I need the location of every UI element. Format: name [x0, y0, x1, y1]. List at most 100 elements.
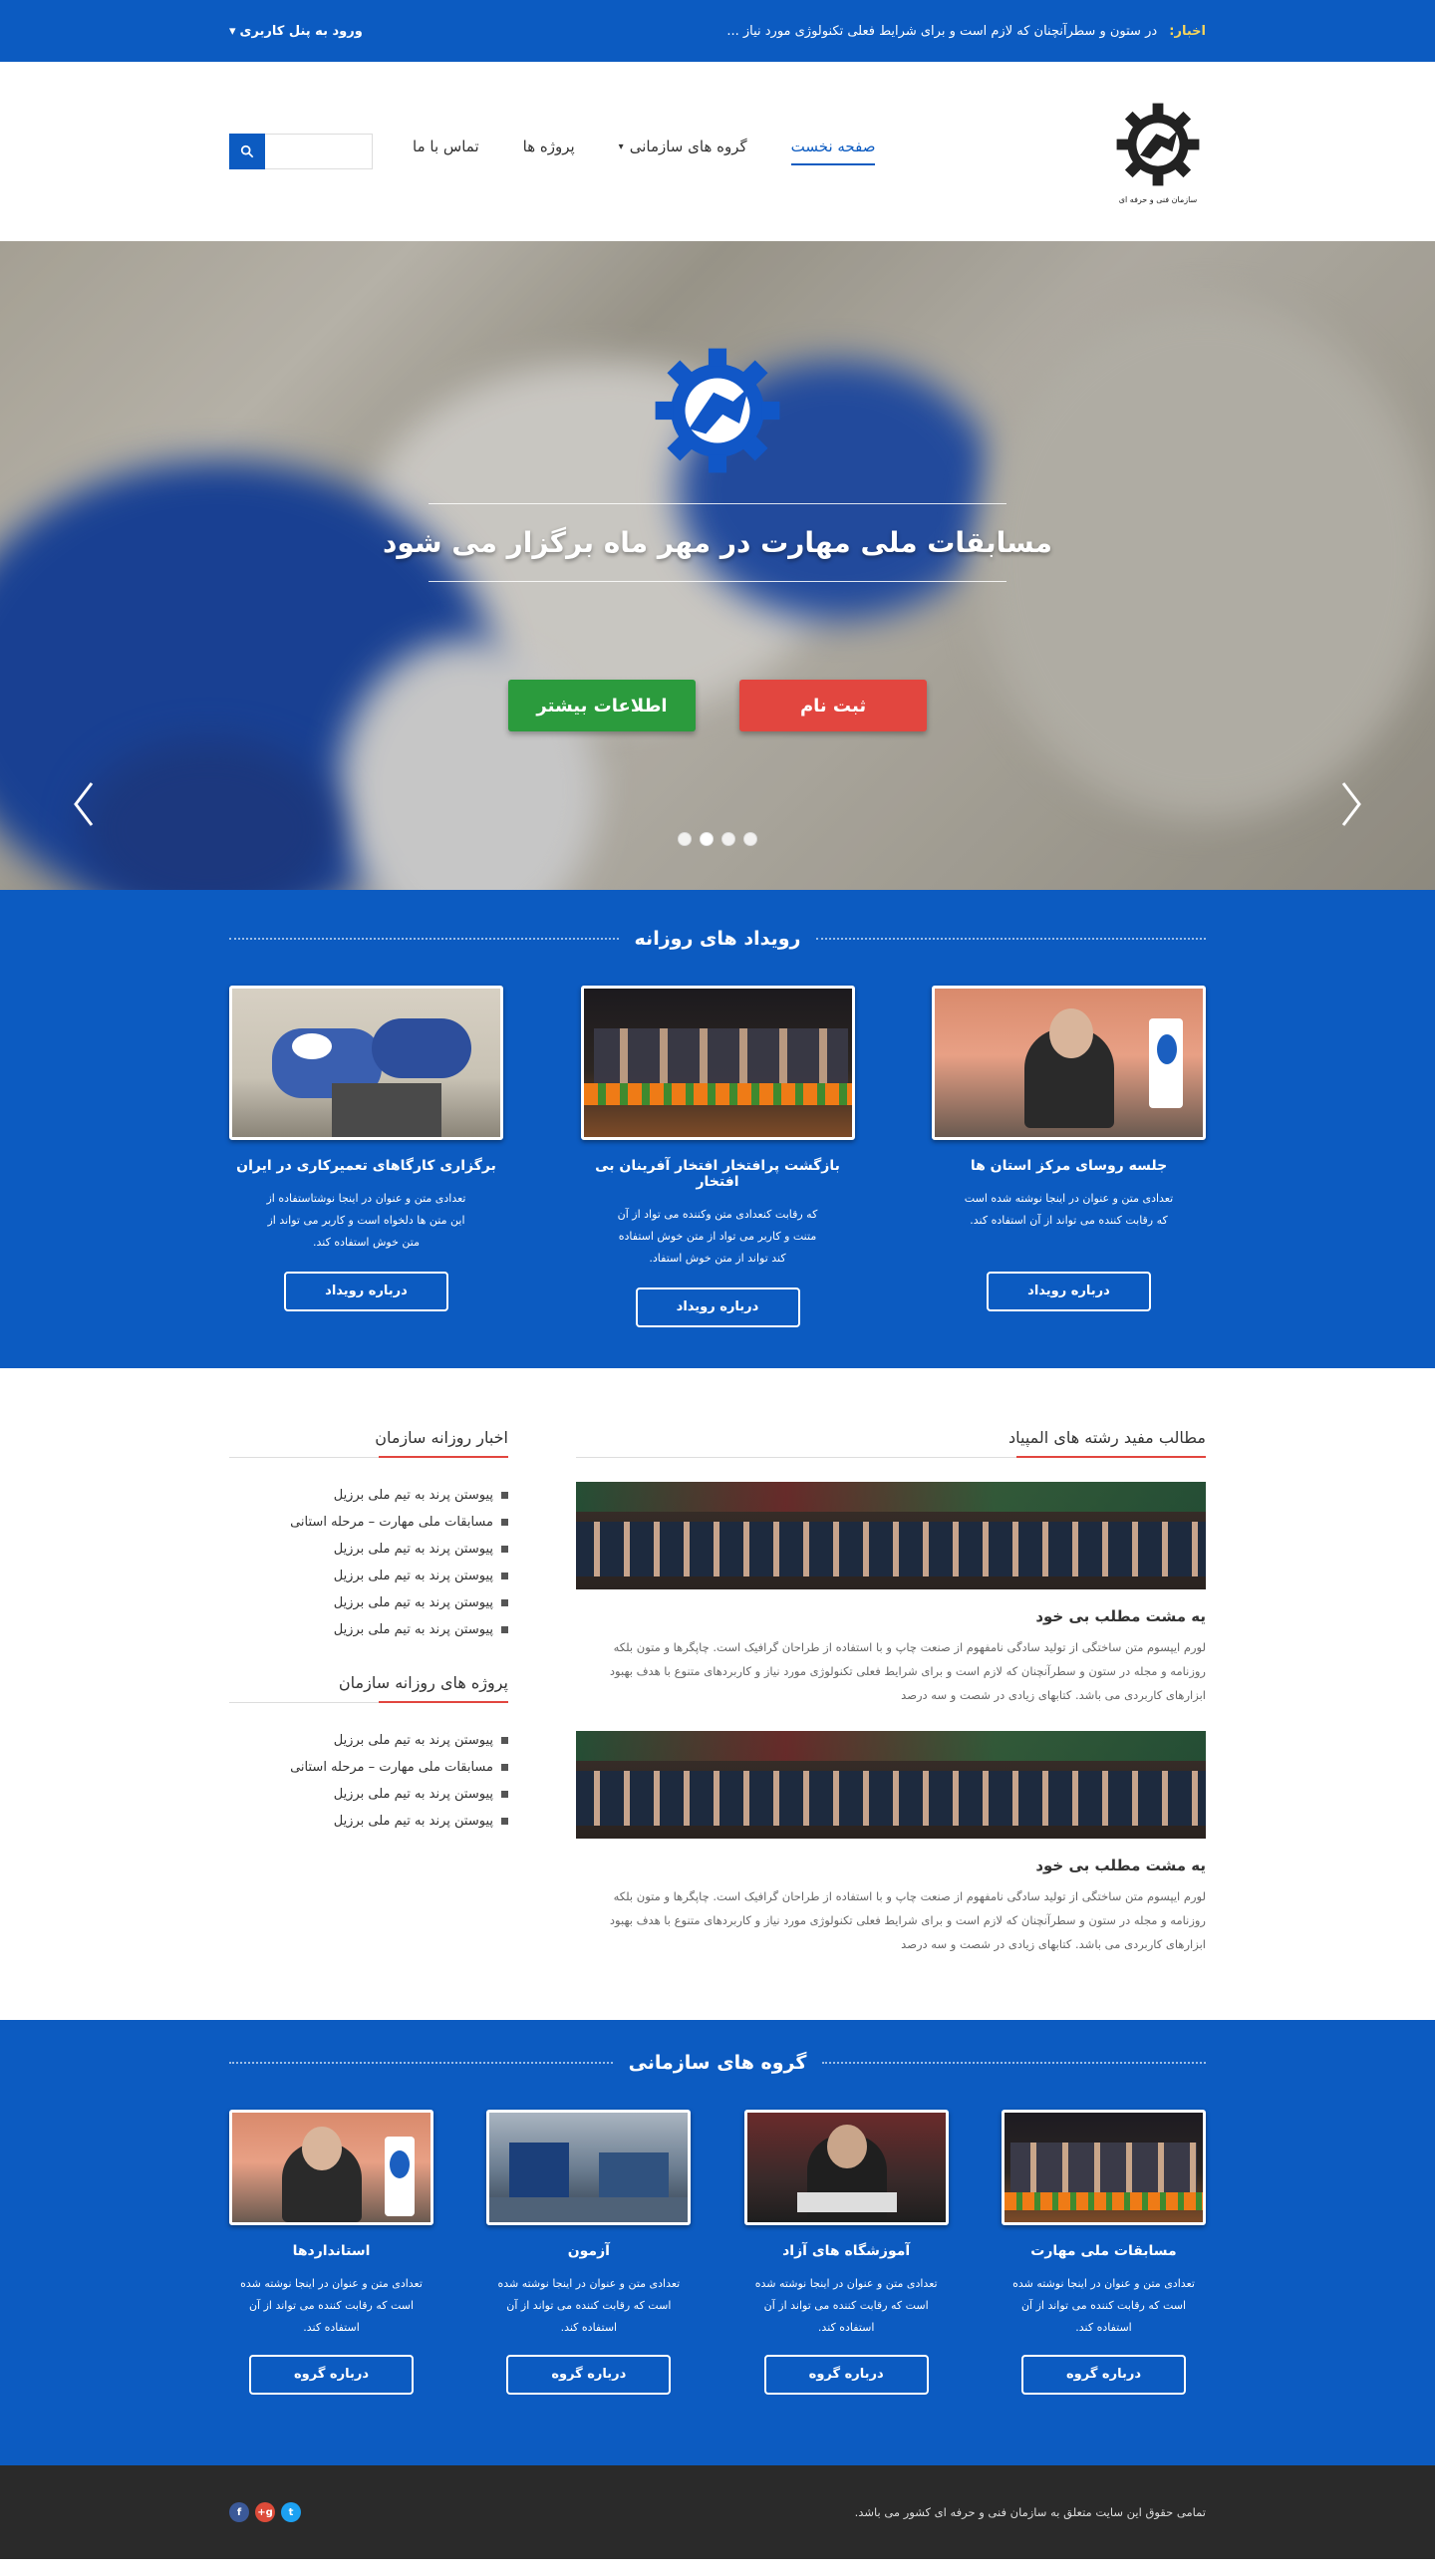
- title-dotted-line: [228, 2062, 613, 2064]
- group-text: تعدادی متن و عنوان در اینجا نوشته شده اس…: [1012, 2277, 1195, 2334]
- site-header: سازمان فنی و حرفه ای صفحه نخست گروه های …: [0, 62, 1435, 241]
- article-item: یه مشت مطلب بی خود لورم ایپسوم متن ساختگ…: [576, 1482, 1206, 1707]
- group-about-button[interactable]: درباره گروه: [1021, 2355, 1186, 2395]
- event-text: که رقابت کنعدادی متن وکننده می تواد از آ…: [617, 1208, 818, 1265]
- daily-events-section: رویداد های روزانه جلسه روسای مرکز استان …: [0, 890, 1435, 1368]
- group-about-button[interactable]: درباره گروه: [506, 2355, 672, 2395]
- group-image[interactable]: [1002, 2110, 1206, 2225]
- group-image[interactable]: [743, 2110, 949, 2225]
- slider-dot[interactable]: [721, 832, 735, 846]
- group-about-button[interactable]: درباره گروه: [249, 2355, 415, 2395]
- event-text: تعدادی متن و عنوان در اینجا نوشتاستفاده …: [266, 1192, 466, 1249]
- facebook-icon[interactable]: f: [229, 2502, 249, 2522]
- event-text: تعدادی متن و عنوان در اینجا نوشته شده اس…: [964, 1192, 1174, 1227]
- login-label: ورود به پنل کاربری: [239, 23, 363, 39]
- group-image[interactable]: [486, 2110, 692, 2225]
- list-item[interactable]: پیوستن پرند به تیم ملی برزیل: [229, 1781, 508, 1808]
- nav-contact[interactable]: تماس با ما: [413, 138, 479, 165]
- event-image[interactable]: [580, 986, 855, 1140]
- article-text: لورم ایپسوم متن ساختگی از تولید سادگی نا…: [609, 1889, 1206, 1951]
- group-card: استانداردها تعدادی متن و عنوان در اینجا …: [229, 2110, 434, 2395]
- site-logo[interactable]: سازمان فنی و حرفه ای: [1110, 100, 1206, 204]
- list-item-label: پیوستن پرند به تیم ملی برزیل: [333, 1622, 493, 1637]
- list-item[interactable]: پیوستن پرند به تیم ملی برزیل: [229, 1589, 508, 1616]
- group-card: مسابقات ملی مهارت تعدادی متن و عنوان در …: [1002, 2110, 1206, 2395]
- bullet-square-icon: [501, 1764, 508, 1771]
- site-footer: تمامی حقوق این سایت متعلق به سازمان فنی …: [0, 2465, 1435, 2559]
- event-about-button[interactable]: درباره رویداد: [635, 1288, 800, 1327]
- title-dotted-line: [822, 2062, 1206, 2064]
- list-item-label: پیوستن پرند به تیم ملی برزیل: [333, 1814, 493, 1829]
- bullet-square-icon: [501, 1519, 508, 1526]
- event-card: جلسه روسای مرکز استان ها تعدادی متن و عن…: [932, 986, 1206, 1327]
- nav-groups-label: گروه های سازمانی: [629, 138, 747, 155]
- article-item: یه مشت مطلب بی خود لورم ایپسوم متن ساختگ…: [576, 1731, 1206, 1956]
- list-item[interactable]: پیوستن پرند به تیم ملی برزیل: [229, 1616, 508, 1643]
- logo-caption: سازمان فنی و حرفه ای: [1118, 194, 1198, 204]
- event-title: جلسه روسای مرکز استان ها: [970, 1158, 1168, 1174]
- list-item-label: مسابقات ملی مهارت – مرحله استانی: [290, 1760, 493, 1775]
- main-nav: صفحه نخست گروه های سازمانی ▾ پروژه ها تم…: [413, 138, 876, 165]
- google-plus-icon[interactable]: g+: [255, 2502, 275, 2522]
- list-item[interactable]: مسابقات ملی مهارت – مرحله استانی: [229, 1754, 508, 1781]
- section-title: رویداد های روزانه: [634, 928, 801, 950]
- article-text: لورم ایپسوم متن ساختگی از تولید سادگی نا…: [609, 1640, 1206, 1702]
- gear-logo-icon: [1116, 103, 1200, 185]
- group-card: آزمون تعدادی متن و عنوان در اینجا نوشته …: [486, 2110, 692, 2395]
- bullet-square-icon: [501, 1599, 508, 1606]
- nav-groups[interactable]: گروه های سازمانی ▾: [619, 138, 747, 165]
- slider-dot[interactable]: [700, 832, 714, 846]
- list-item-label: پیوستن پرند به تیم ملی برزیل: [333, 1733, 493, 1748]
- register-button[interactable]: ثبت نام: [739, 680, 927, 731]
- gear-logo-icon: [655, 348, 780, 473]
- event-about-button[interactable]: درباره رویداد: [284, 1272, 448, 1311]
- title-dotted-line: [229, 938, 619, 940]
- side-news-block: اخبار روزانه سازمان پیوستن پرند به تیم م…: [229, 1428, 508, 1643]
- more-info-button[interactable]: اطلاعات بیشتر: [508, 680, 696, 731]
- list-item-label: پیوستن پرند به تیم ملی برزیل: [333, 1542, 493, 1557]
- event-about-button[interactable]: درباره رویداد: [987, 1272, 1151, 1311]
- hero-slider: مسابقات ملی مهارت در مهر ماه برگزار می ش…: [0, 241, 1435, 890]
- nav-projects[interactable]: پروژه ها: [523, 138, 575, 165]
- event-image[interactable]: [932, 986, 1206, 1140]
- social-links: t g+ f: [229, 2502, 301, 2522]
- event-image[interactable]: [229, 986, 503, 1140]
- group-text: تعدادی متن و عنوان در اینجا نوشته شده اس…: [497, 2277, 681, 2334]
- bullet-square-icon: [501, 1737, 508, 1744]
- article-title[interactable]: یه مشت مطلب بی خود: [576, 1857, 1206, 1874]
- article-image[interactable]: [576, 1482, 1206, 1589]
- slider-dot[interactable]: [678, 832, 692, 846]
- nav-home[interactable]: صفحه نخست: [790, 138, 876, 165]
- twitter-icon[interactable]: t: [281, 2502, 301, 2522]
- search-button[interactable]: [229, 134, 265, 169]
- list-item[interactable]: پیوستن پرند به تیم ملی برزیل: [229, 1563, 508, 1589]
- news-ticker-label: اخبار:: [1169, 23, 1206, 39]
- group-text: تعدادی متن و عنوان در اینجا نوشته شده اس…: [754, 2277, 938, 2334]
- list-item-label: مسابقات ملی مهارت – مرحله استانی: [290, 1515, 493, 1530]
- copyright-text: تمامی حقوق این سایت متعلق به سازمان فنی …: [854, 2505, 1206, 2519]
- news-ticker-text[interactable]: در ستون و سطرآنچنان که لازم است و برای ش…: [726, 24, 1157, 39]
- list-item[interactable]: پیوستن پرند به تیم ملی برزیل: [229, 1727, 508, 1754]
- login-button[interactable]: ورود به پنل کاربری ▾: [229, 24, 363, 39]
- search-input[interactable]: [265, 134, 373, 169]
- list-item[interactable]: پیوستن پرند به تیم ملی برزیل: [229, 1536, 508, 1563]
- list-item[interactable]: پیوستن پرند به تیم ملی برزیل: [229, 1482, 508, 1509]
- slider-dot[interactable]: [743, 832, 757, 846]
- bullet-square-icon: [501, 1546, 508, 1553]
- list-item[interactable]: مسابقات ملی مهارت – مرحله استانی: [229, 1509, 508, 1536]
- bullet-square-icon: [501, 1818, 508, 1825]
- list-item-label: پیوستن پرند به تیم ملی برزیل: [333, 1569, 493, 1583]
- article-image[interactable]: [576, 1731, 1206, 1839]
- event-card: برگزاری کارگاهای تعمیرکاری در ایران تعدا…: [229, 986, 503, 1327]
- caret-down-icon: ▾: [618, 141, 624, 152]
- group-image[interactable]: [229, 2110, 434, 2225]
- bullet-square-icon: [501, 1492, 508, 1499]
- hero-title: مسابقات ملی مهارت در مهر ماه برگزار می ش…: [383, 526, 1052, 559]
- search-box: [229, 134, 373, 169]
- list-item[interactable]: پیوستن پرند به تیم ملی برزیل: [229, 1808, 508, 1835]
- group-title: آموزشگاه های آزاد: [782, 2243, 911, 2259]
- article-title[interactable]: یه مشت مطلب بی خود: [576, 1607, 1206, 1625]
- group-about-button[interactable]: درباره گروه: [763, 2355, 929, 2395]
- bullet-square-icon: [501, 1791, 508, 1798]
- news-ticker[interactable]: اخبار: در ستون و سطرآنچنان که لازم است و…: [726, 24, 1206, 39]
